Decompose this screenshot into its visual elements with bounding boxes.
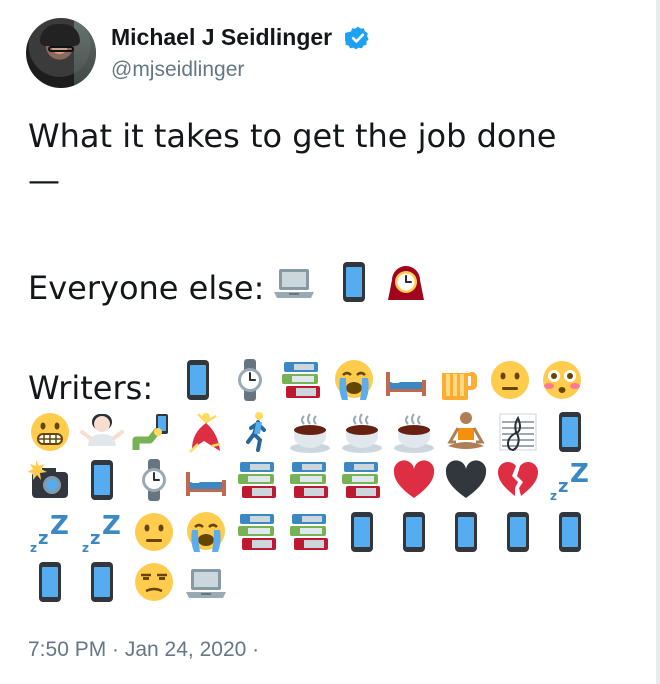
- phone-icon: [496, 510, 540, 554]
- crying-face-icon: [184, 510, 228, 554]
- everyone-label: Everyone else:: [28, 269, 265, 307]
- avatar[interactable]: [26, 18, 96, 88]
- svg-text:Z: Z: [102, 511, 121, 541]
- dancer-icon: [184, 410, 228, 454]
- beer-mug-icon: [436, 358, 480, 402]
- svg-text:Z: Z: [50, 511, 69, 541]
- musical-score-icon: [496, 410, 540, 454]
- books-icon: [340, 458, 384, 502]
- phone-icon: [28, 560, 72, 604]
- author-handle[interactable]: @mjseidlinger: [111, 58, 244, 82]
- books-icon: [236, 458, 280, 502]
- unamused-face-icon: [132, 560, 176, 604]
- tweet-card: Michael J Seidlinger @mjseidlinger What …: [0, 0, 660, 684]
- svg-text:z: z: [558, 476, 568, 497]
- laptop-icon: [184, 560, 228, 604]
- zzz-icon: zzZ: [548, 458, 592, 502]
- meditating-person-icon: [444, 410, 488, 454]
- phone-icon: [176, 358, 220, 402]
- books-icon: [288, 458, 332, 502]
- tweet-text-line1: What it takes to get the job done: [28, 117, 557, 155]
- phone-icon: [340, 510, 384, 554]
- phone-icon: [548, 510, 592, 554]
- svg-text:z: z: [90, 528, 100, 549]
- coffee-icon: [392, 410, 436, 454]
- svg-text:Z: Z: [570, 459, 589, 489]
- zzz-icon: zzZ: [80, 510, 124, 554]
- phone-icon: [444, 510, 488, 554]
- black-heart-icon: [444, 458, 488, 502]
- svg-text:z: z: [550, 489, 557, 502]
- flushed-face-icon: [540, 358, 584, 402]
- coffee-icon: [288, 410, 332, 454]
- watch-icon: [228, 358, 272, 402]
- tweet-timestamp[interactable]: 7:50 PM · Jan 24, 2020 ·: [28, 638, 259, 662]
- phone-icon: [332, 260, 376, 304]
- camera-flash-icon: [28, 458, 72, 502]
- mantel-clock-icon: [384, 260, 428, 304]
- verified-badge-icon: [343, 25, 371, 51]
- selfie-icon: [132, 410, 176, 454]
- books-icon: [236, 510, 280, 554]
- writers-label: Writers:: [28, 369, 154, 407]
- svg-text:z: z: [38, 528, 48, 549]
- neutral-face-icon: [132, 510, 176, 554]
- scroll-edge: [656, 0, 660, 684]
- author-name[interactable]: Michael J Seidlinger: [111, 24, 332, 51]
- runner-icon: [236, 410, 280, 454]
- red-heart-icon: [392, 458, 436, 502]
- zzz-icon: zzZ: [28, 510, 72, 554]
- watch-icon: [132, 458, 176, 502]
- crying-face-icon: [332, 358, 376, 402]
- bed-icon: [384, 358, 428, 402]
- svg-text:z: z: [82, 541, 89, 554]
- books-icon: [288, 510, 332, 554]
- shrugging-woman-icon: [80, 410, 124, 454]
- laptop-icon: [272, 260, 316, 304]
- broken-heart-icon: [496, 458, 540, 502]
- neutral-face-icon: [488, 358, 532, 402]
- svg-text:z: z: [30, 541, 37, 554]
- phone-icon: [80, 560, 124, 604]
- bed-icon: [184, 458, 228, 502]
- coffee-icon: [340, 410, 384, 454]
- phone-icon: [392, 510, 436, 554]
- grimacing-face-icon: [28, 410, 72, 454]
- books-icon: [280, 358, 324, 402]
- phone-icon: [548, 410, 592, 454]
- phone-icon: [80, 458, 124, 502]
- tweet-text-dash: —: [28, 161, 60, 199]
